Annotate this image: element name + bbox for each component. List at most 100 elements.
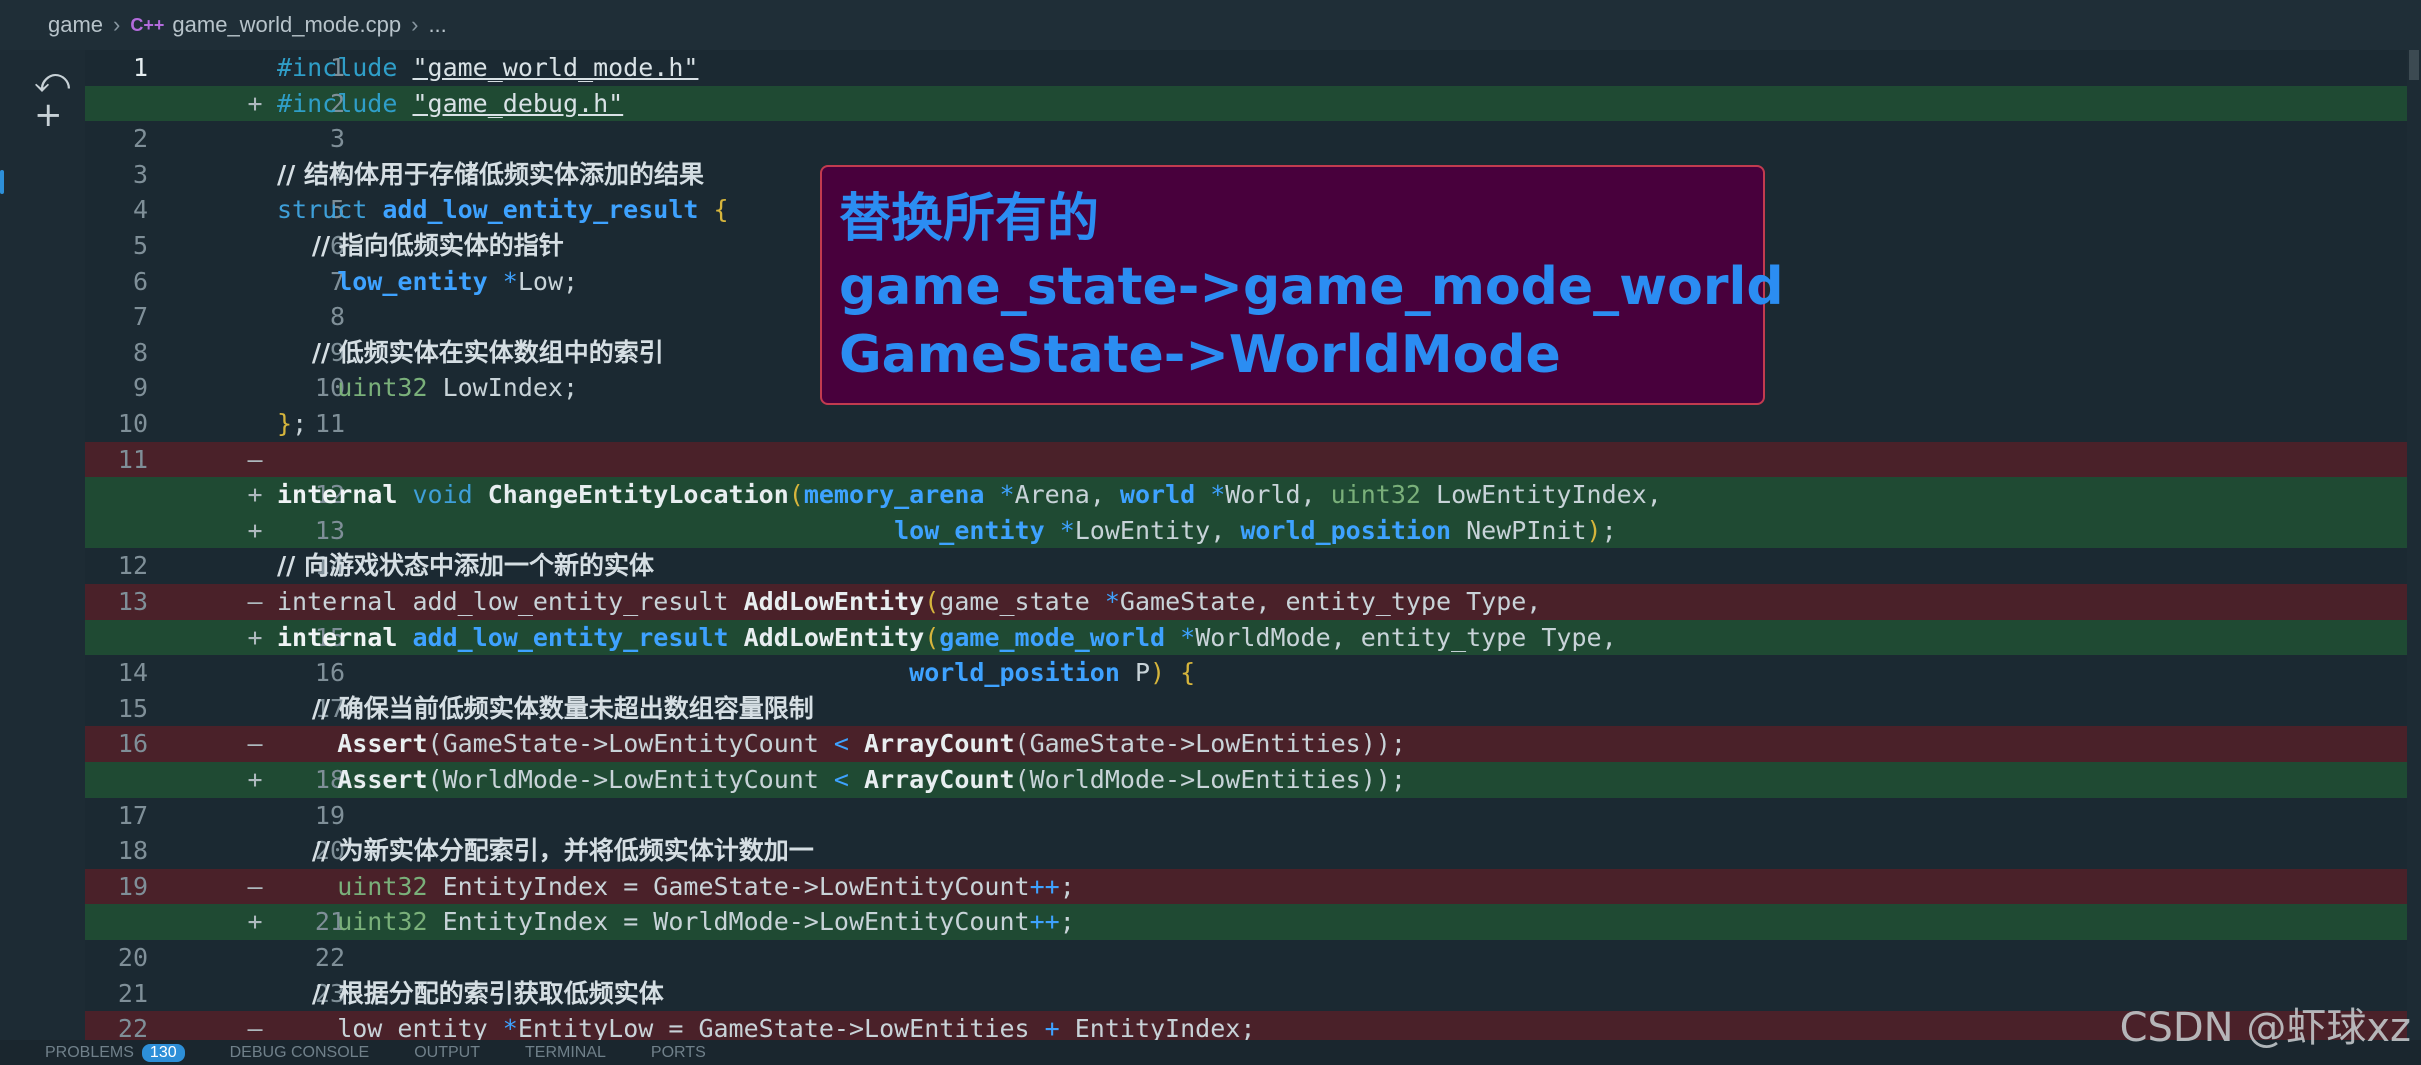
problems-count-badge: 130 <box>141 1043 185 1062</box>
code-token: (GameState->LowEntityCount <box>427 729 834 759</box>
code-token: + <box>1044 1014 1075 1040</box>
code-token: world_position <box>1240 515 1467 545</box>
code-line[interactable]: 20 22 <box>85 940 2421 976</box>
code-token: * <box>1059 515 1075 545</box>
code-line[interactable]: 16 — Assert(GameState->LowEntityCount < A… <box>85 726 2421 762</box>
code-token: add_low_entity_result <box>412 622 744 652</box>
code-token: ChangeEntityLocation <box>487 480 789 510</box>
diff-action-gutter: ⤺ + <box>0 50 85 1040</box>
code-token: } <box>277 409 293 438</box>
code-token: uint32 <box>1330 480 1437 510</box>
code-token: uint32 <box>277 907 443 937</box>
vertical-scrollbar[interactable] <box>2407 50 2421 1040</box>
code-token: LowEntity, <box>1074 515 1241 545</box>
code-token: ) { <box>1150 658 1196 688</box>
code-token: // 向游戏状态中添加一个新的实体 <box>277 551 654 581</box>
code-token: memory_arena <box>803 480 1000 510</box>
old-line-number: 16 <box>117 729 148 759</box>
scrollbar-thumb[interactable] <box>2409 50 2419 80</box>
tab-debug-console[interactable]: DEBUG CONSOLE <box>230 1044 370 1062</box>
code-token: LowIndex; <box>442 373 579 403</box>
code-text: // 结构体用于存储低频实体添加的结果 <box>277 157 704 193</box>
code-token: world <box>1119 480 1211 510</box>
new-line-number: 11 <box>314 409 345 438</box>
cpp-file-icon: C++ <box>130 14 165 35</box>
breadcrumb-file[interactable]: game_world_mode.cpp <box>172 12 401 38</box>
code-token: ( <box>924 587 940 616</box>
overlay-line-3: GameState->WorldMode <box>839 325 1561 385</box>
code-token: // 指向低频实体的指针 <box>277 231 564 260</box>
code-line[interactable]: 23 <box>85 121 2421 157</box>
code-line[interactable]: 10 11}; <box>85 406 2421 442</box>
tab-output[interactable]: OUTPUT <box>414 1044 480 1062</box>
code-token: "game_debug.h" <box>412 88 624 118</box>
code-line[interactable]: 12 14// 向游戏状态中添加一个新的实体 <box>85 548 2421 584</box>
code-token: ArrayCount <box>864 765 1015 794</box>
code-token: * <box>1180 622 1196 652</box>
code-token: // 根据分配的索引获取低频实体 <box>277 978 664 1008</box>
code-line[interactable]: 14 16 world_position P) { <box>85 655 2421 691</box>
code-token: NewPInit <box>1466 515 1587 545</box>
breadcrumb: game › C++ game_world_mode.cpp › ... <box>0 0 2421 50</box>
plus-icon[interactable]: + <box>34 98 63 132</box>
code-token: Low; <box>517 266 579 296</box>
code-token: struct <box>277 195 383 225</box>
old-line-number: 11 <box>117 444 148 474</box>
change-indicator <box>0 170 4 194</box>
old-line-number: 20 <box>117 943 148 972</box>
overlay-line-1: 替换所有的 <box>839 189 1100 249</box>
diff-marker: + <box>247 907 263 937</box>
code-token: { <box>713 195 729 225</box>
old-line-number: 18 <box>117 836 148 866</box>
code-line[interactable]: 18 + Assert(WorldMode->LowEntityCount < A… <box>85 762 2421 798</box>
code-line[interactable]: 1 1 #include "game_world_mode.h" <box>85 50 2421 86</box>
code-line[interactable]: 17 19 <box>85 798 2421 834</box>
old-line-number: 12 <box>117 551 148 581</box>
code-line[interactable]: 2 + #include "game_debug.h" <box>85 85 2421 122</box>
code-text: internal add_low_entity_result AddLowEnt… <box>277 584 1541 620</box>
diff-marker: + <box>247 765 263 794</box>
code-line[interactable]: 18 20 // 为新实体分配索引，并将低频实体计数加一 <box>85 833 2421 869</box>
breadcrumb-tail[interactable]: ... <box>428 12 446 38</box>
code-token: low_entity <box>277 266 503 296</box>
undo-arrow-icon[interactable]: ⤺ <box>34 64 70 98</box>
chevron-right-icon: › <box>411 12 419 37</box>
tab-problems[interactable]: PROBLEMS <box>45 1044 134 1062</box>
code-line[interactable]: 12 + internal void ChangeEntityLocation(me… <box>85 477 2421 513</box>
code-token: ; <box>1059 871 1075 901</box>
code-token: "game_world_mode.h" <box>412 53 699 82</box>
tab-terminal[interactable]: TERMINAL <box>525 1044 606 1062</box>
old-line-number: 19 <box>117 871 148 901</box>
tab-ports[interactable]: PORTS <box>651 1044 706 1062</box>
old-line-number: 2 <box>132 124 148 154</box>
annotation-overlay: 替换所有的 game_state->game_mode_world GameSt… <box>820 165 1784 405</box>
code-line[interactable]: 22 — low_entity *EntityLow = GameState->L… <box>85 1011 2421 1040</box>
code-line[interactable]: 21 + uint32 EntityIndex = WorldMode->LowE… <box>85 904 2421 940</box>
code-token: * <box>502 266 518 296</box>
old-line-number: 9 <box>132 373 148 403</box>
old-line-number: 6 <box>132 266 148 296</box>
code-line[interactable]: 15 17 // 确保当前低频实体数量未超出数组容量限制 <box>85 691 2421 727</box>
code-token: (GameState->LowEntities)); <box>1014 729 1406 759</box>
breadcrumb-root[interactable]: game <box>48 12 103 38</box>
code-token: Assert <box>337 729 428 759</box>
code-line[interactable]: 13 — internal add_low_entity_result AddLow… <box>85 584 2421 620</box>
code-token: AddLowEntity <box>743 622 925 652</box>
diff-marker: + <box>247 622 263 652</box>
code-line[interactable]: 19 — uint32 EntityIndex = GameState->LowE… <box>85 868 2421 905</box>
code-token: GameState, entity_type Type, <box>1119 587 1542 616</box>
code-token: ; <box>1059 907 1075 937</box>
code-token: uint32 <box>277 871 443 901</box>
code-line[interactable]: 11 — <box>85 441 2421 478</box>
code-line[interactable]: 21 23 // 根据分配的索引获取低频实体 <box>85 976 2421 1012</box>
diff-marker: + <box>247 88 263 118</box>
code-token: ++ <box>1029 907 1060 937</box>
code-line[interactable]: 13 + low_entity *LowEntity, world_positio… <box>85 512 2421 549</box>
code-text: uint32 EntityIndex = WorldMode->LowEntit… <box>277 904 1075 940</box>
chevron-right-icon: › <box>113 12 121 37</box>
old-line-number: 10 <box>117 409 148 438</box>
code-line[interactable]: 15 + internal add_low_entity_result AddLow… <box>85 619 2421 656</box>
code-token: * <box>999 480 1015 510</box>
code-text: // 根据分配的索引获取低频实体 <box>277 976 664 1012</box>
old-line-number: 21 <box>117 978 148 1008</box>
